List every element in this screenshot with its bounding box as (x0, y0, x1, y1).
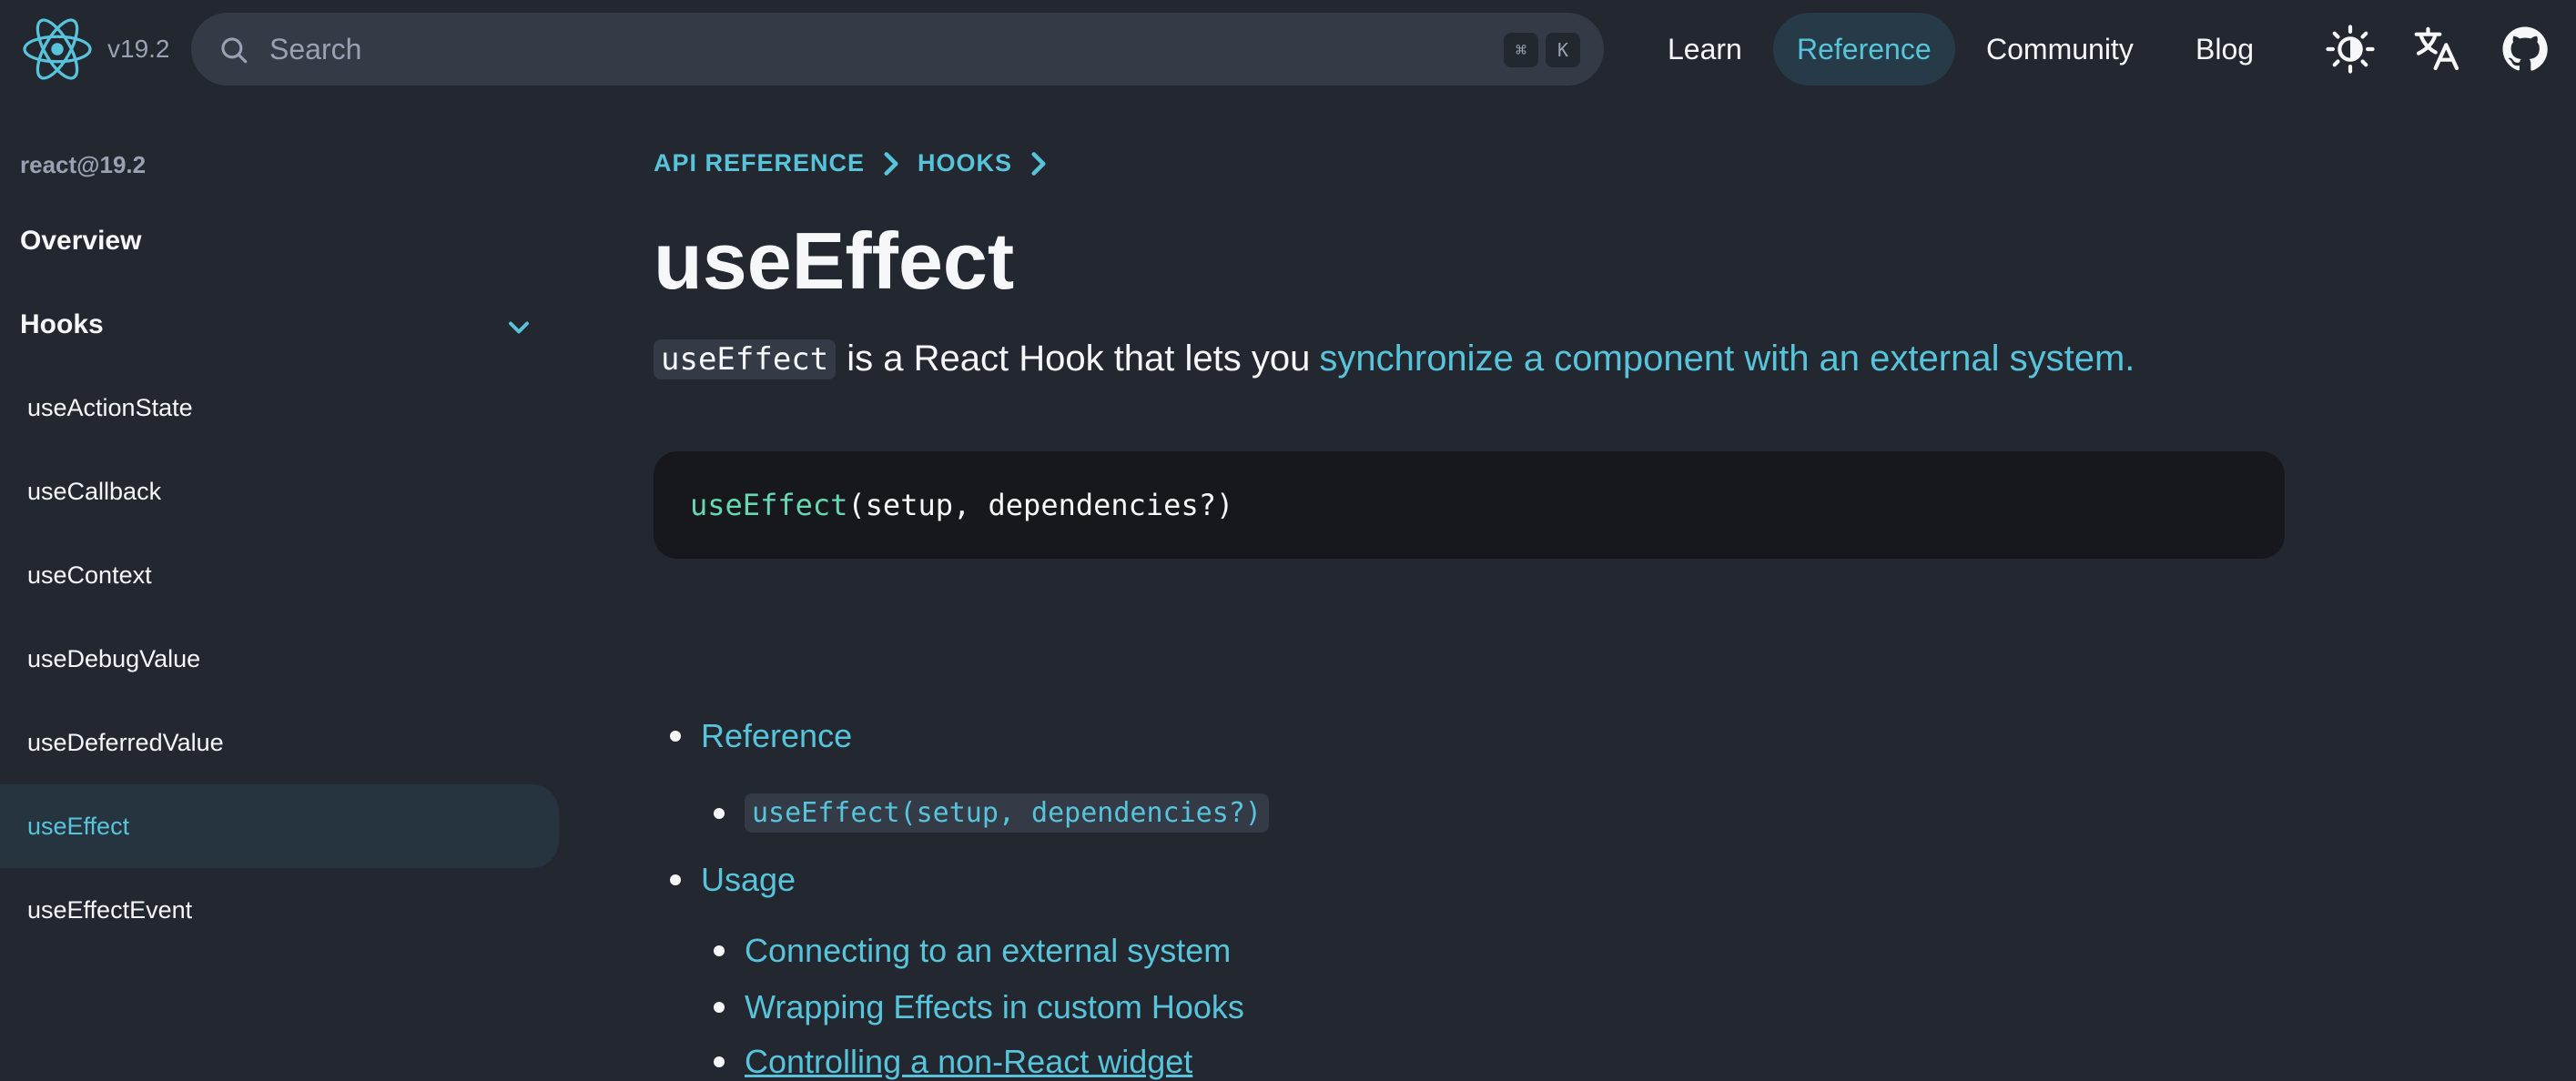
sidebar-item-useactionstate[interactable]: useActionState (0, 366, 559, 450)
intro-paragraph: useEffect is a React Hook that lets you … (654, 338, 2135, 379)
chevron-right-icon (884, 151, 898, 176)
sidebar-version: react@19.2 (20, 151, 147, 178)
intro-link[interactable]: synchronize a component with an external… (1319, 338, 2135, 379)
bullet-icon (670, 731, 681, 742)
list-item: Connecting to an external system (714, 932, 1231, 970)
breadcrumb: API REFERENCE HOOKS (654, 149, 1049, 177)
toc-link-non-react-widget[interactable]: Controlling a non-React widget (745, 1043, 1192, 1081)
nav-blog[interactable]: Blog (2172, 13, 2277, 86)
sidebar: react@19.2 Overview Hooks useActionState… (0, 98, 564, 985)
intro-inline-code: useEffect (654, 338, 837, 379)
theme-toggle-icon[interactable] (2325, 24, 2376, 75)
search-icon (221, 37, 248, 64)
sidebar-item-usecontext[interactable]: useContext (0, 533, 559, 617)
bullet-icon (714, 945, 725, 956)
search-placeholder: Search (269, 33, 362, 66)
toc-link-external-system[interactable]: Connecting to an external system (745, 932, 1231, 970)
signature-code-block: useEffect (setup, dependencies?) (654, 451, 2285, 559)
list-item: Wrapping Effects in custom Hooks (714, 988, 1244, 1026)
nav-community[interactable]: Community (1962, 13, 2157, 86)
toc-link-signature[interactable]: useEffect(setup, dependencies?) (745, 793, 1269, 833)
intro-text: is a React Hook that lets you (847, 338, 1311, 379)
nav-reference[interactable]: Reference (1773, 13, 1955, 86)
main-content: API REFERENCE HOOKS useEffect useEffect … (654, 98, 2292, 1080)
chevron-right-icon (1031, 151, 1046, 176)
shortcut-k-key: K (1546, 33, 1580, 67)
sidebar-item-useeffectevent[interactable]: useEffectEvent (0, 868, 559, 952)
language-icon[interactable] (2412, 24, 2463, 75)
list-item: Controlling a non-React widget (714, 1043, 1192, 1081)
signature-function: useEffect (690, 488, 848, 522)
signature-args: (setup, dependencies?) (847, 488, 1234, 522)
bullet-icon (670, 874, 681, 885)
github-icon[interactable] (2500, 24, 2551, 75)
react-logo-icon[interactable] (20, 16, 95, 82)
top-navigation: v19.2 Search ⌘ K Learn Reference Communi… (0, 0, 2576, 98)
breadcrumb-hooks[interactable]: HOOKS (918, 149, 1012, 177)
sidebar-item-usedeferredvalue[interactable]: useDeferredValue (0, 701, 559, 784)
list-item: useEffect(setup, dependencies?) (714, 793, 1269, 833)
sidebar-item-useeffect[interactable]: useEffect (0, 784, 559, 868)
toc-link-reference[interactable]: Reference (701, 717, 852, 755)
list-item: Usage (670, 861, 796, 899)
sidebar-section-hooks[interactable]: Hooks (20, 309, 104, 340)
bullet-icon (714, 1056, 725, 1067)
search-bar[interactable]: Search ⌘ K (191, 13, 1604, 86)
page-title: useEffect (654, 216, 1015, 306)
chevron-down-icon[interactable] (502, 311, 535, 344)
nav-learn[interactable]: Learn (1644, 13, 1766, 86)
bullet-icon (714, 1002, 725, 1013)
breadcrumb-api-reference[interactable]: API REFERENCE (654, 149, 865, 177)
sidebar-item-usecallback[interactable]: useCallback (0, 450, 559, 533)
toc-link-custom-hooks[interactable]: Wrapping Effects in custom Hooks (745, 988, 1244, 1026)
list-item: Reference (670, 717, 852, 755)
sidebar-item-overview[interactable]: Overview (20, 226, 141, 257)
shortcut-cmd-key: ⌘ (1504, 33, 1538, 67)
bullet-icon (714, 807, 725, 819)
toc-link-usage[interactable]: Usage (701, 861, 796, 899)
sidebar-item-usedebugvalue[interactable]: useDebugValue (0, 617, 559, 701)
version-label[interactable]: v19.2 (107, 35, 170, 64)
